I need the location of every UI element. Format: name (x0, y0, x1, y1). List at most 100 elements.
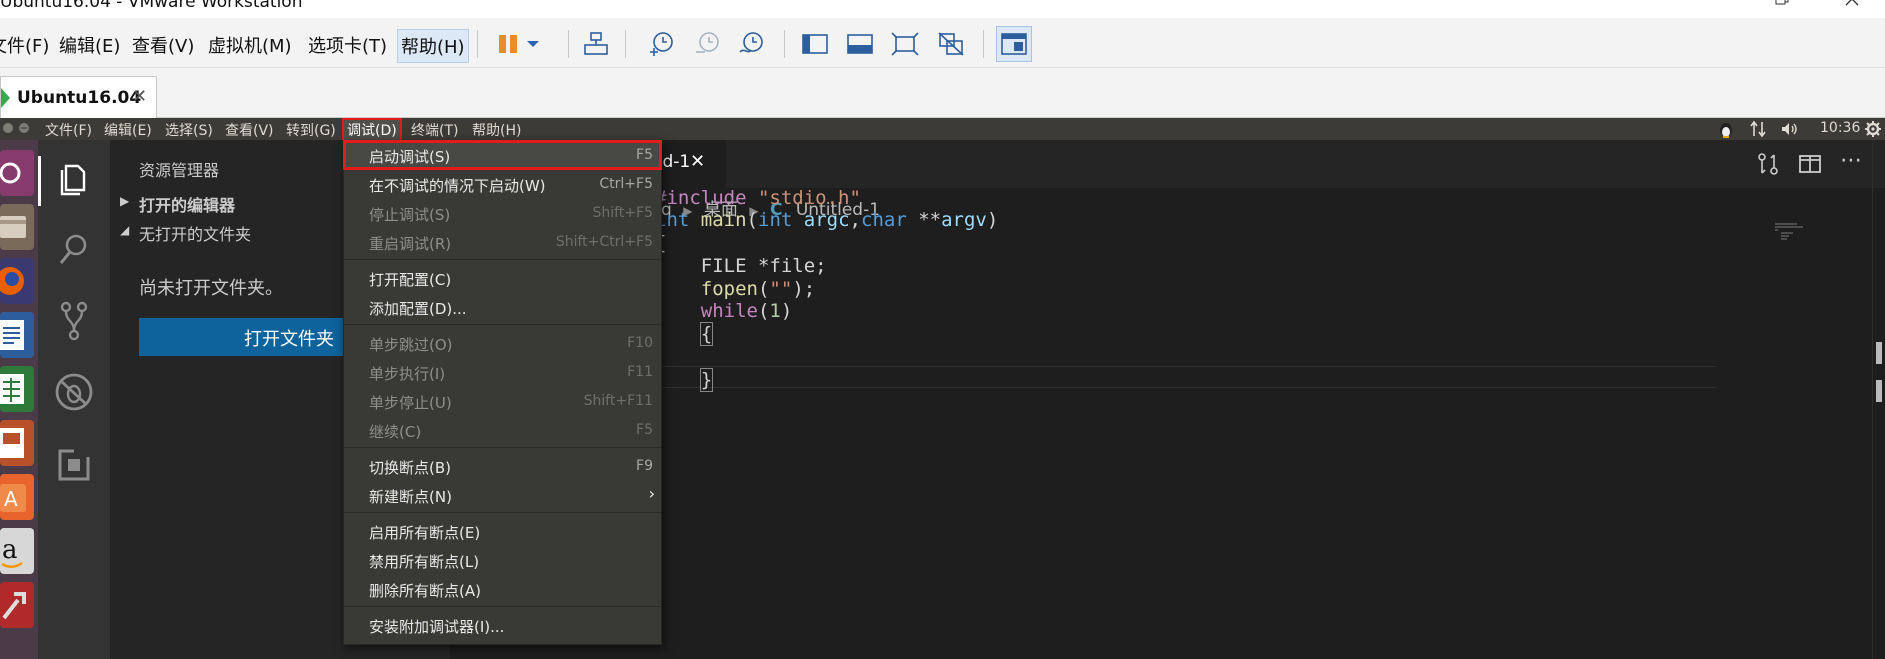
active-indicator (38, 156, 41, 206)
menu-run-without-debugging[interactable]: 在不调试的情况下启动(W) Ctrl+F5 (344, 170, 661, 198)
network-icon[interactable] (1750, 120, 1766, 142)
firefox-icon[interactable] (0, 258, 34, 304)
snapshot-icon[interactable] (643, 26, 679, 62)
open-changes-icon[interactable] (1756, 152, 1780, 180)
code-line[interactable]: FILE *file; (655, 255, 827, 277)
vm-tab[interactable]: Ubuntu16.04 ✕ (0, 76, 157, 118)
vm-menu-file[interactable]: 文件(F) (0, 29, 52, 61)
vm-menu-vm[interactable]: 虚拟机(M) (205, 29, 295, 61)
menu-start-debugging[interactable]: 启动调试(S) F5 (343, 140, 662, 170)
penguin-icon[interactable] (1718, 120, 1734, 142)
software-center-icon[interactable]: A (0, 474, 34, 520)
unity-launcher: A a (0, 140, 38, 659)
close-tab-icon[interactable]: ✕ (132, 86, 147, 107)
code-line[interactable]: int main(int argc,char **argv) (655, 209, 998, 231)
code-line[interactable]: fopen(""); (655, 278, 815, 300)
code-line[interactable]: #include "stdio.h" (655, 187, 861, 209)
vm-menu-view[interactable]: 查看(V) (129, 29, 197, 61)
code-line[interactable]: } (655, 368, 714, 392)
toolbar-separator (625, 30, 626, 58)
extensions-icon[interactable] (52, 443, 96, 487)
menu-continue[interactable]: 继续(C) F5 (344, 416, 661, 444)
files-icon[interactable] (0, 204, 34, 250)
window-titlebar: Ubuntu16.04 - VMware Workstation (0, 0, 1885, 18)
submenu-arrow-icon: › (648, 484, 655, 503)
ub-menu-edit[interactable]: 编辑(E) (101, 120, 155, 140)
toolbar-separator (477, 30, 478, 58)
open-editors-label: 打开的编辑器 (139, 196, 236, 215)
gear-icon[interactable] (1864, 120, 1882, 142)
close-window-icon[interactable] (1845, 0, 1859, 10)
vm-menu-edit[interactable]: 编辑(E) (56, 29, 123, 61)
menu-separator (344, 512, 661, 513)
dropdown-arrow-icon[interactable] (522, 26, 544, 62)
window-minimize-dot-icon[interactable] (18, 122, 30, 138)
menu-enable-all-breakpoints[interactable]: 启用所有断点(E) (344, 517, 661, 545)
search-icon[interactable] (52, 227, 96, 271)
code-line[interactable]: while(1) (655, 300, 793, 322)
library-icon[interactable] (797, 26, 833, 62)
menu-new-breakpoint[interactable]: 新建断点(N) › (344, 481, 661, 509)
menu-remove-all-breakpoints[interactable]: 删除所有断点(A) (344, 575, 661, 603)
menu-step-into[interactable]: 单步执行(I) F11 (344, 358, 661, 386)
ub-menu-goto[interactable]: 转到(G) (283, 120, 339, 140)
debug-icon[interactable] (52, 370, 96, 414)
pause-icon[interactable] (490, 26, 526, 62)
editor-scrollbar[interactable] (1872, 140, 1885, 659)
ub-menu-select[interactable]: 选择(S) (162, 120, 216, 140)
split-editor-icon[interactable] (1798, 152, 1822, 180)
no-folder-message: 尚未打开文件夹。 (139, 278, 283, 299)
vm-menu-tabs[interactable]: 选项卡(T) (305, 29, 390, 61)
system-settings-icon[interactable] (0, 582, 34, 628)
no-folder-label: 无打开的文件夹 (139, 225, 252, 244)
vm-tab-label: Ubuntu16.04 (17, 88, 142, 108)
ub-menu-help[interactable]: 帮助(H) (469, 120, 524, 140)
window-close-dot-icon[interactable] (2, 122, 14, 138)
activity-bar (38, 140, 110, 659)
ubuntu-top-panel: 文件(F) 编辑(E) 选择(S) 查看(V) 转到(G) 调试(D) 终端(T… (0, 118, 1885, 142)
close-editor-icon[interactable]: ✕ (690, 151, 705, 172)
scrollbar-marker (1876, 342, 1882, 364)
ub-menu-terminal[interactable]: 终端(T) (408, 120, 461, 140)
svg-text:a: a (2, 535, 18, 565)
send-keys-icon[interactable] (578, 26, 614, 62)
ubuntu-dash-icon[interactable] (0, 150, 34, 196)
code-line[interactable]: { (655, 322, 714, 346)
toolbar-separator (983, 30, 984, 58)
thumbnail-view-icon[interactable] (996, 26, 1032, 62)
more-actions-icon[interactable]: ⋯ (1840, 148, 1862, 173)
calc-icon[interactable] (0, 366, 34, 412)
menu-disable-all-breakpoints[interactable]: 禁用所有断点(L) (344, 546, 661, 574)
snapshot-manager-icon[interactable] (733, 26, 769, 62)
fullscreen-icon[interactable] (887, 26, 923, 62)
ub-menu-debug[interactable]: 调试(D) (342, 118, 402, 142)
ub-menu-view[interactable]: 查看(V) (222, 120, 277, 140)
unity-icon[interactable] (933, 26, 969, 62)
amazon-icon[interactable]: a (0, 528, 34, 574)
menu-open-configurations[interactable]: 打开配置(C) (344, 264, 661, 292)
menu-step-out[interactable]: 单步停止(U) Shift+F11 (344, 387, 661, 415)
editor-area: Untitled-1 ✕ ⋯ yq ▶ 桌面 ▶ C Untitled-1 #i… (450, 140, 1885, 659)
menu-stop-debugging[interactable]: 停止调试(S) Shift+F5 (344, 199, 661, 227)
impress-icon[interactable] (0, 420, 34, 466)
menu-restart-debugging[interactable]: 重启调试(R) Shift+Ctrl+F5 (344, 228, 661, 256)
minimap[interactable] (1775, 222, 1815, 242)
explorer-icon[interactable] (52, 158, 96, 202)
menu-separator (344, 324, 661, 325)
console-view-icon[interactable] (842, 26, 878, 62)
menu-add-configuration[interactable]: 添加配置(D)... (344, 293, 661, 321)
volume-icon[interactable] (1780, 120, 1800, 142)
menu-step-over[interactable]: 单步跳过(O) F10 (344, 329, 661, 357)
menu-install-debuggers[interactable]: 安装附加调试器(I)... (344, 611, 661, 639)
menu-separator (344, 606, 661, 607)
source-control-icon[interactable] (52, 298, 96, 342)
revert-snapshot-icon[interactable] (689, 26, 725, 62)
restore-icon[interactable] (1775, 0, 1789, 10)
writer-icon[interactable] (0, 312, 34, 358)
chevron-right-icon: ▶ (120, 194, 130, 208)
ub-menu-file[interactable]: 文件(F) (42, 120, 95, 140)
clock-time[interactable]: 10:36 (1820, 120, 1860, 136)
menu-toggle-breakpoint[interactable]: 切换断点(B) F9 (344, 452, 661, 480)
vm-menu-help[interactable]: 帮助(H) (397, 29, 469, 63)
menu-separator (344, 447, 661, 448)
